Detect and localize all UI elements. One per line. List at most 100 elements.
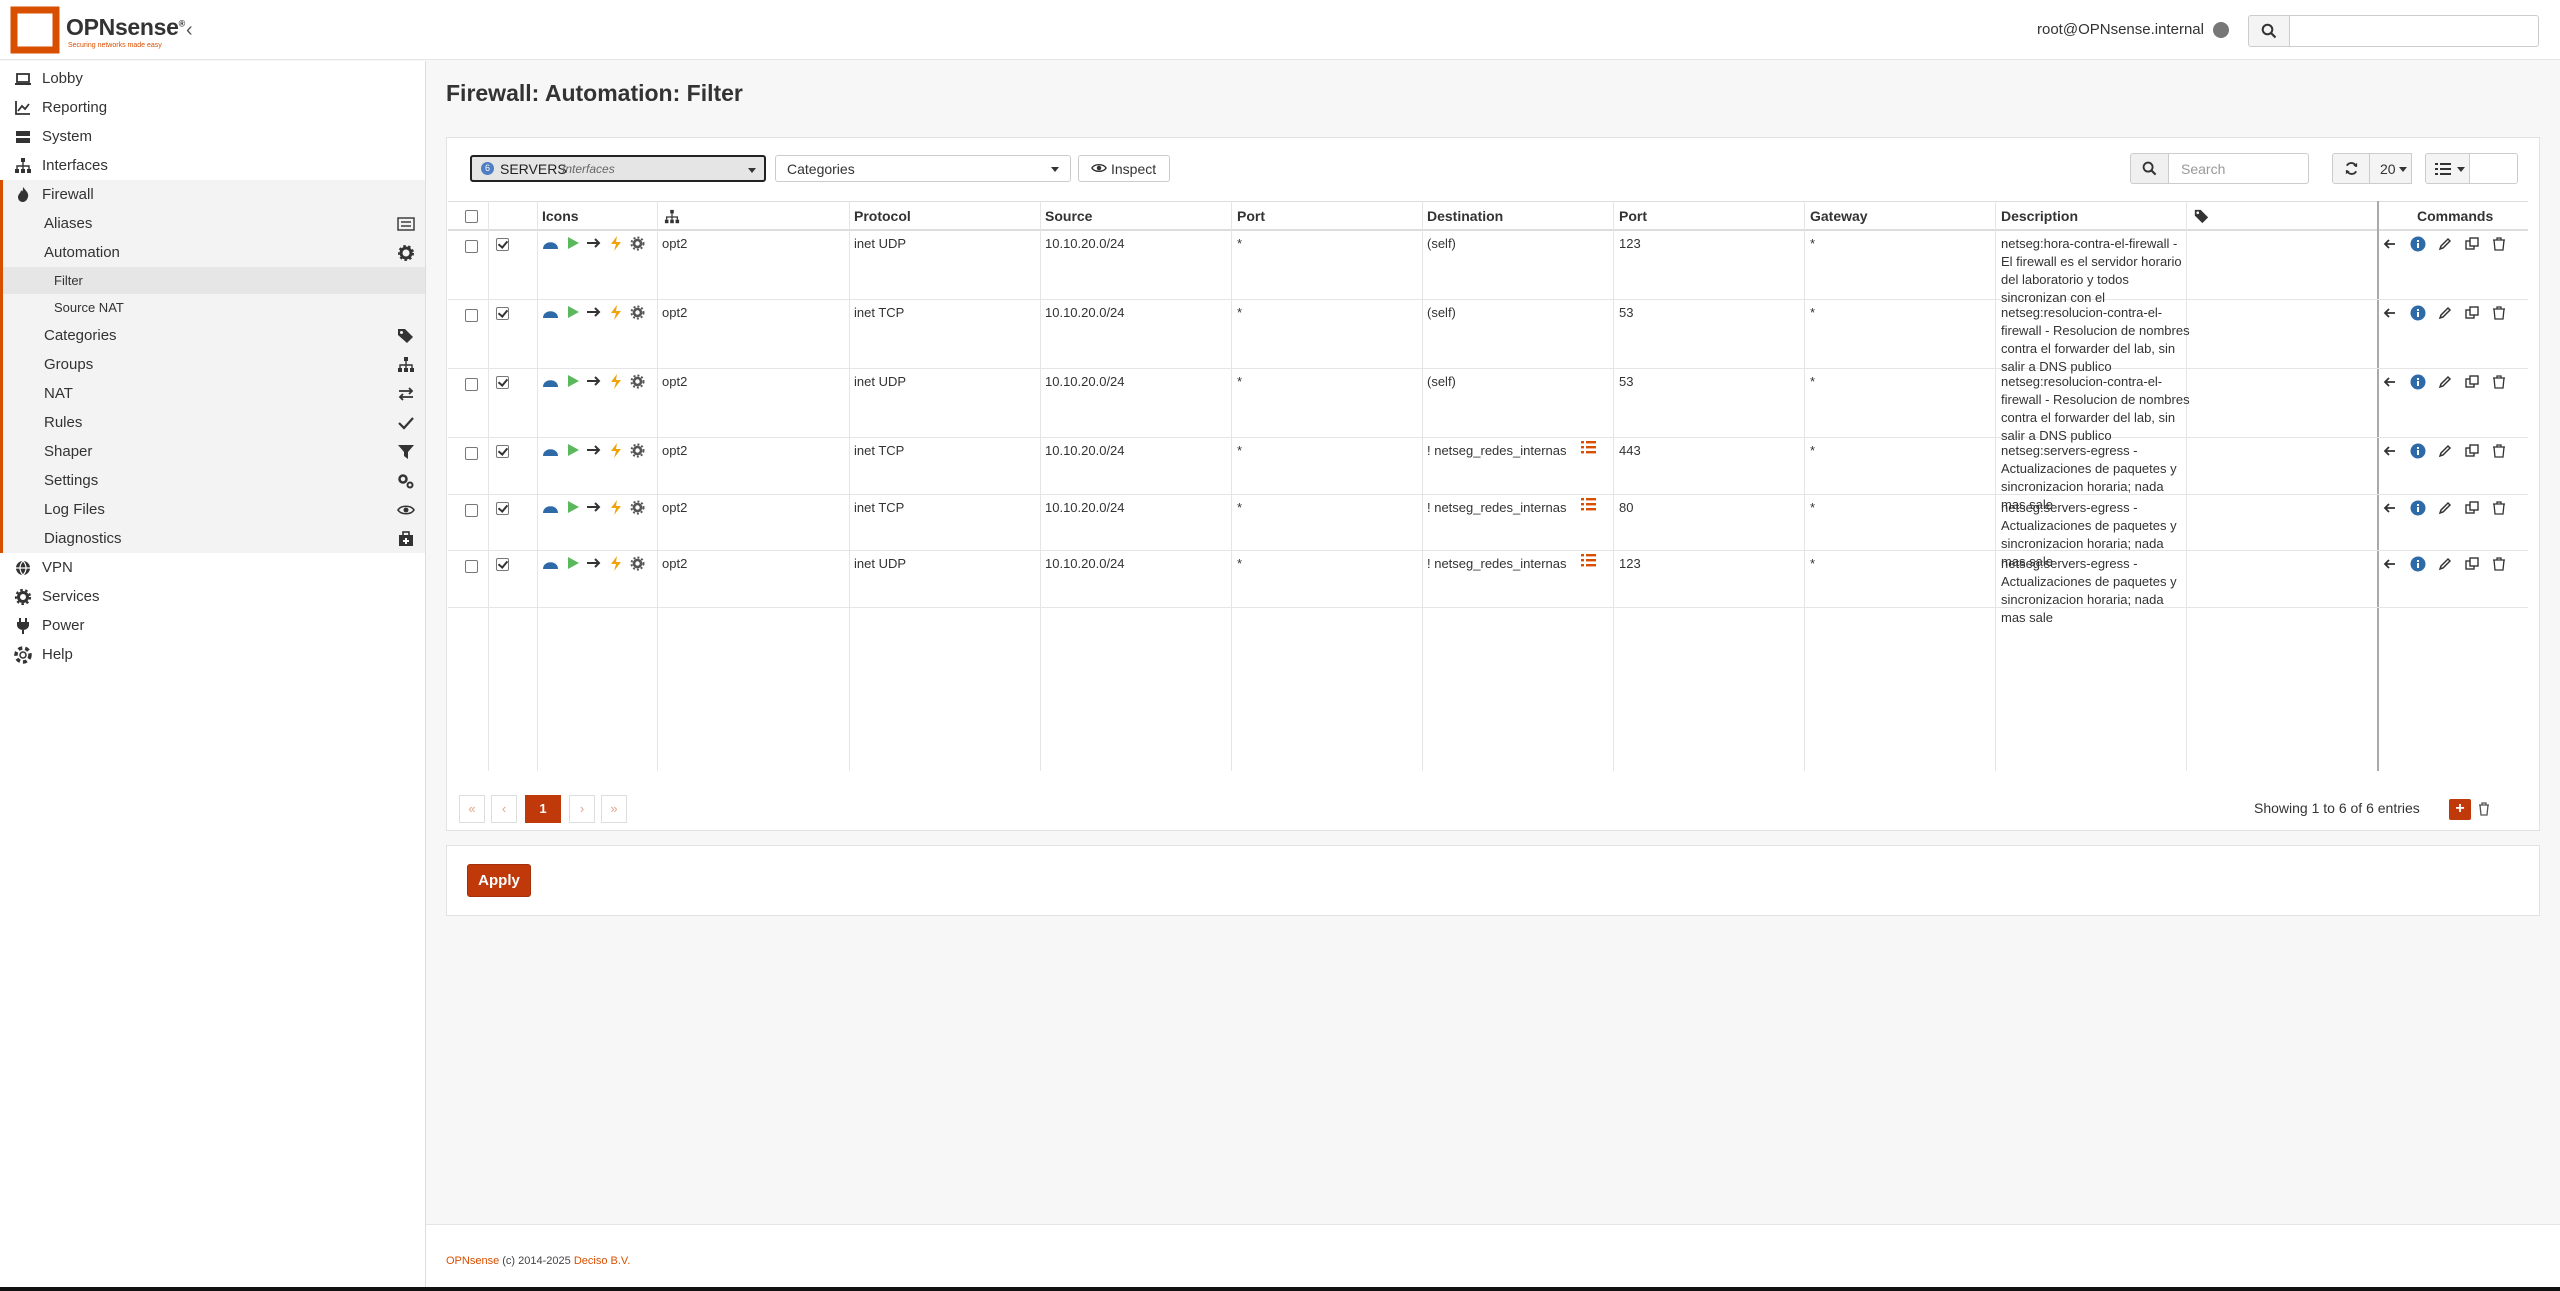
sidebar-item-source-nat[interactable]: Source NAT bbox=[0, 294, 425, 321]
edit-button[interactable] bbox=[2437, 236, 2453, 252]
sidebar-item-help[interactable]: Help bbox=[0, 640, 425, 669]
row-enabled-toggle[interactable] bbox=[496, 307, 509, 320]
info-button[interactable] bbox=[2410, 305, 2426, 321]
clone-button[interactable] bbox=[2464, 236, 2480, 252]
edit-button[interactable] bbox=[2437, 305, 2453, 321]
edit-button[interactable] bbox=[2437, 556, 2453, 572]
sidebar-item-shaper[interactable]: Shaper bbox=[0, 437, 425, 466]
row-select-checkbox[interactable] bbox=[465, 560, 478, 573]
column-header-destination-port[interactable]: Port bbox=[1619, 208, 1647, 224]
row-select-checkbox[interactable] bbox=[465, 378, 478, 391]
info-button[interactable] bbox=[2410, 443, 2426, 459]
move-before-button[interactable] bbox=[2383, 374, 2399, 390]
delete-button[interactable] bbox=[2491, 500, 2507, 516]
sidebar-item-interfaces[interactable]: Interfaces bbox=[0, 151, 425, 180]
row-enabled-toggle[interactable] bbox=[496, 376, 509, 389]
table-row[interactable]: opt2 inet UDP 10.10.20.0/24 * (self) 123 * nets… bbox=[448, 231, 2528, 305]
sidebar-item-aliases[interactable]: Aliases bbox=[0, 209, 425, 238]
table-row[interactable]: opt2 inet TCP 10.10.20.0/24 * (self) 53 * netse… bbox=[448, 300, 2528, 374]
pagination-first[interactable]: « bbox=[459, 795, 485, 823]
column-header-description[interactable]: Description bbox=[2001, 208, 2078, 224]
delete-button[interactable] bbox=[2491, 556, 2507, 572]
page-size-dropdown[interactable]: 20 bbox=[2369, 153, 2412, 184]
alias-list-icon[interactable] bbox=[1581, 441, 1596, 459]
move-before-button[interactable] bbox=[2383, 305, 2399, 321]
move-before-button[interactable] bbox=[2383, 556, 2399, 572]
delete-button[interactable] bbox=[2491, 443, 2507, 459]
pagination-next[interactable]: › bbox=[569, 795, 595, 823]
sidebar-item-power[interactable]: Power bbox=[0, 611, 425, 640]
clone-button[interactable] bbox=[2464, 374, 2480, 390]
row-enabled-toggle[interactable] bbox=[496, 445, 509, 458]
add-rule-button[interactable]: + bbox=[2449, 799, 2471, 820]
footer-company-link[interactable]: Deciso B.V. bbox=[574, 1255, 630, 1267]
clone-button[interactable] bbox=[2464, 500, 2480, 516]
sidebar-item-services[interactable]: Services bbox=[0, 582, 425, 611]
collapse-sidebar-icon[interactable]: ‹ bbox=[186, 20, 193, 40]
column-header-destination[interactable]: Destination bbox=[1427, 208, 1503, 224]
opnsense-logo[interactable]: OPNsense® Securing networks made easy bbox=[10, 6, 185, 54]
column-header-source-port[interactable]: Port bbox=[1237, 208, 1265, 224]
info-button[interactable] bbox=[2410, 374, 2426, 390]
interface-select[interactable]: 6 SERVERS Interfaces bbox=[470, 155, 766, 182]
row-select-checkbox[interactable] bbox=[465, 447, 478, 460]
pagination-prev[interactable]: ‹ bbox=[491, 795, 517, 823]
table-row[interactable]: opt2 inet UDP 10.10.20.0/24 * ! netseg_redes… bbox=[448, 551, 2528, 625]
clone-button[interactable] bbox=[2464, 556, 2480, 572]
delete-button[interactable] bbox=[2491, 374, 2507, 390]
move-before-button[interactable] bbox=[2383, 236, 2399, 252]
sidebar-item-reporting[interactable]: Reporting bbox=[0, 93, 425, 122]
move-before-button[interactable] bbox=[2383, 500, 2399, 516]
sidebar-item-system[interactable]: System bbox=[0, 122, 425, 151]
sidebar-item-categories[interactable]: Categories bbox=[0, 321, 425, 350]
sidebar-item-firewall[interactable]: Firewall bbox=[0, 180, 425, 209]
sidebar-item-diagnostics[interactable]: Diagnostics bbox=[0, 524, 425, 553]
row-select-checkbox[interactable] bbox=[465, 240, 478, 253]
column-header-protocol[interactable]: Protocol bbox=[854, 208, 911, 224]
row-select-checkbox[interactable] bbox=[465, 504, 478, 517]
sitemap-icon[interactable] bbox=[663, 209, 681, 225]
clone-button[interactable] bbox=[2464, 305, 2480, 321]
sidebar-item-lobby[interactable]: Lobby bbox=[0, 64, 425, 93]
refresh-button[interactable] bbox=[2332, 153, 2370, 184]
system-status-icon[interactable] bbox=[2213, 22, 2229, 38]
clone-button[interactable] bbox=[2464, 443, 2480, 459]
move-before-button[interactable] bbox=[2383, 443, 2399, 459]
column-header-gateway[interactable]: Gateway bbox=[1810, 208, 1868, 224]
footer-brand-link[interactable]: OPNsense bbox=[446, 1255, 499, 1267]
extra-action-button[interactable] bbox=[2469, 153, 2518, 184]
delete-button[interactable] bbox=[2491, 236, 2507, 252]
edit-button[interactable] bbox=[2437, 500, 2453, 516]
row-enabled-toggle[interactable] bbox=[496, 502, 509, 515]
sidebar-item-settings[interactable]: Settings bbox=[0, 466, 425, 495]
sidebar-item-automation[interactable]: Automation bbox=[0, 238, 425, 267]
sidebar-item-nat[interactable]: NAT bbox=[0, 379, 425, 408]
row-enabled-toggle[interactable] bbox=[496, 558, 509, 571]
delete-selected-button[interactable] bbox=[2474, 799, 2494, 820]
column-header-source[interactable]: Source bbox=[1045, 208, 1092, 224]
top-search-button[interactable] bbox=[2248, 15, 2290, 47]
categories-select[interactable]: Categories bbox=[775, 155, 1071, 182]
inspect-button[interactable]: Inspect bbox=[1078, 155, 1170, 182]
row-enabled-toggle[interactable] bbox=[496, 238, 509, 251]
table-row[interactable]: opt2 inet TCP 10.10.20.0/24 * ! netseg_redes… bbox=[448, 438, 2528, 512]
grid-search-button[interactable] bbox=[2130, 153, 2169, 184]
apply-button[interactable]: Apply bbox=[467, 864, 531, 897]
sidebar-item-rules[interactable]: Rules bbox=[0, 408, 425, 437]
row-select-checkbox[interactable] bbox=[465, 309, 478, 322]
edit-button[interactable] bbox=[2437, 443, 2453, 459]
info-button[interactable] bbox=[2410, 236, 2426, 252]
sidebar-item-filter[interactable]: Filter bbox=[0, 267, 425, 294]
column-header-icons[interactable]: Icons bbox=[542, 208, 579, 224]
delete-button[interactable] bbox=[2491, 305, 2507, 321]
alias-list-icon[interactable] bbox=[1581, 554, 1596, 572]
sidebar-item-vpn[interactable]: VPN bbox=[0, 553, 425, 582]
table-row[interactable]: opt2 inet UDP 10.10.20.0/24 * (self) 53 * netse… bbox=[448, 369, 2528, 443]
user-menu[interactable]: root@OPNsense.internal bbox=[2037, 21, 2204, 38]
sidebar-item-groups[interactable]: Groups bbox=[0, 350, 425, 379]
edit-button[interactable] bbox=[2437, 374, 2453, 390]
alias-list-icon[interactable] bbox=[1581, 498, 1596, 516]
column-selection-dropdown[interactable] bbox=[2425, 153, 2470, 184]
tag-icon[interactable] bbox=[2194, 209, 2209, 224]
top-search-input[interactable] bbox=[2289, 15, 2539, 47]
